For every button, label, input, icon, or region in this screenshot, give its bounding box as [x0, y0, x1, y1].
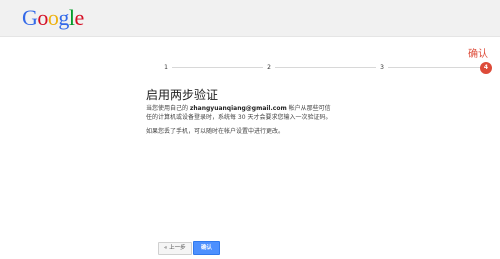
google-logo[interactable]: Google	[22, 5, 84, 31]
para1-prefix: 当您使用自己的	[146, 105, 190, 112]
step-3: 3	[376, 62, 388, 74]
trusted-devices-text: 当您使用自己的 zhangyuanqiang@gmail.com 帐户从那些可信…	[146, 104, 336, 122]
logo-letter: o	[47, 5, 59, 30]
lost-phone-text: 如果您丢了手机，可以随时在帐户设置中进行更改。	[146, 128, 285, 135]
page-title: 启用两步验证	[146, 88, 219, 102]
top-bar: Google	[0, 0, 500, 37]
progress-line	[160, 67, 480, 68]
current-step-label: 确认	[468, 49, 488, 60]
wizard-progress: 1 2 3 4	[160, 62, 492, 74]
step-4-active: 4	[480, 62, 492, 74]
step-2: 2	[263, 62, 275, 74]
account-email: zhangyuanqiang@gmail.com	[189, 105, 287, 112]
previous-button[interactable]: « 上一步	[158, 242, 192, 255]
logo-letter: g	[58, 5, 69, 30]
logo-letter: G	[22, 5, 38, 30]
step-1: 1	[160, 62, 172, 74]
confirm-button[interactable]: 确认	[193, 241, 221, 255]
logo-letter: e	[74, 5, 85, 30]
logo-letter: o	[37, 5, 48, 30]
